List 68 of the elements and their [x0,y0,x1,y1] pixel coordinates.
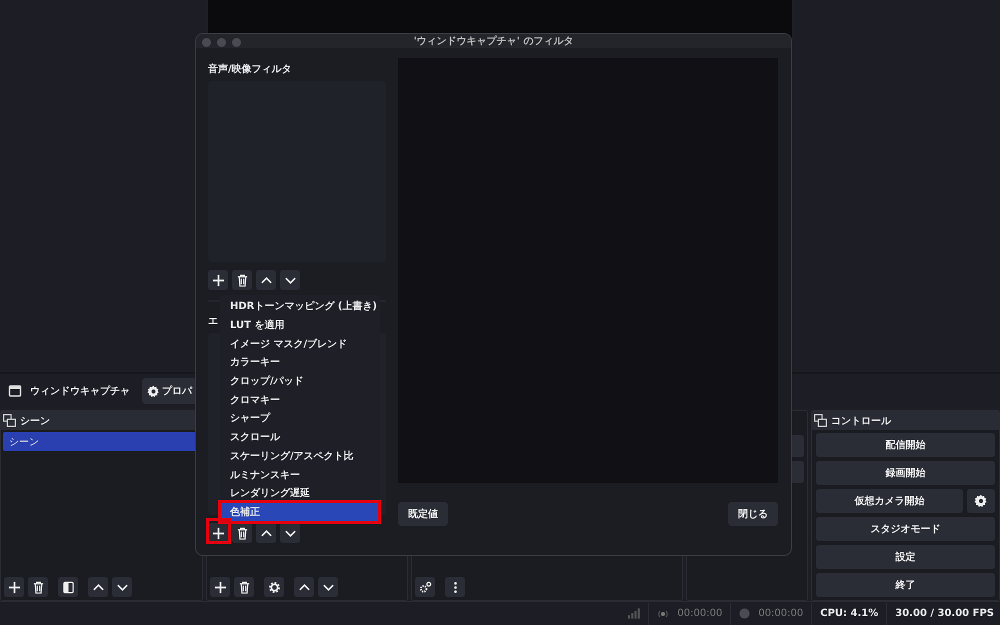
move-down-button[interactable] [280,270,300,290]
fps-counter: 30.00 / 30.00 FPS [895,608,994,619]
menu-item[interactable]: ルミナンスキー [220,465,380,484]
menu-item[interactable]: シャープ [220,409,380,428]
trash-icon [238,580,250,594]
panel-title: シーン [20,414,50,428]
signal-icon [628,608,640,619]
remove-button[interactable] [232,523,252,543]
add-button[interactable] [208,270,228,290]
stream-icon [657,608,670,620]
defaults-button[interactable]: 既定値 [398,502,448,526]
properties-button[interactable]: プロパ [142,378,197,404]
add-button[interactable] [210,577,230,597]
trash-icon [236,274,248,286]
control-button[interactable]: 録画開始 [816,461,995,485]
control-button[interactable]: 設定 [816,545,995,569]
settings-button[interactable] [967,489,995,513]
menu-item[interactable]: スケーリング/アスペクト比 [220,446,380,466]
menu-item[interactable]: イメージ マスク/ブレンド [220,334,380,354]
remove-button[interactable] [234,577,254,597]
add-button[interactable] [4,577,24,597]
settings-icon [268,580,280,594]
move-down-button[interactable] [112,577,132,597]
settings-button[interactable] [264,577,284,597]
control-button[interactable]: スタジオモード [816,517,995,541]
move-down-button[interactable] [318,577,338,597]
cpu-usage: CPU: 4.1% [820,608,878,619]
source-name: ウィンドウキャプチャ [30,384,130,398]
add-icon [212,526,224,540]
close-button[interactable]: 閉じる [728,502,778,526]
menu-item[interactable]: クロマキー [220,390,380,410]
control-button[interactable]: 配信開始 [816,433,995,457]
settings-icon [974,494,988,508]
move-up-button[interactable] [256,523,276,543]
filter-button[interactable] [58,577,78,597]
menu-item[interactable]: LUT を適用 [220,316,380,334]
menu-item[interactable]: HDRトーンマッピング (上書き) [220,297,380,316]
menu-item[interactable]: レンダリング遅延 [220,484,380,503]
control-button[interactable]: 仮想カメラ開始 [816,489,963,513]
menu-item[interactable]: クロップ/パッド [220,372,380,390]
gears-icon [418,580,432,594]
record-icon [739,608,750,619]
settings-icon [147,384,160,398]
window-icon [8,384,22,398]
move-up-button[interactable] [88,577,108,597]
section-label: 音声/映像フィルタ [208,62,292,76]
filter-icon [62,580,74,594]
add-icon [8,580,20,594]
move-up-button[interactable] [256,270,276,290]
menu-item[interactable]: カラーキー [220,353,380,372]
move-up-button[interactable] [294,577,314,597]
remove-button[interactable] [232,270,252,290]
window-title: 'ウィンドウキャプチャ' のフィルタ [414,34,574,48]
menu-item[interactable]: 色補正 [220,502,380,522]
menu-item[interactable]: スクロール [220,428,380,446]
trash-icon [32,580,44,594]
advanced-audio-button[interactable] [415,577,435,597]
remove-button[interactable] [28,577,48,597]
add-icon [212,274,224,286]
control-button[interactable]: 終了 [816,573,995,597]
section-label: エ [208,315,218,328]
more-button[interactable] [445,577,465,597]
add-icon [214,580,226,594]
panel-title: コントロール [831,414,891,428]
move-down-button[interactable] [280,523,300,543]
stream-time: 00:00:00 [677,608,722,619]
record-time: 00:00:00 [758,608,804,619]
trash-icon [236,526,248,540]
